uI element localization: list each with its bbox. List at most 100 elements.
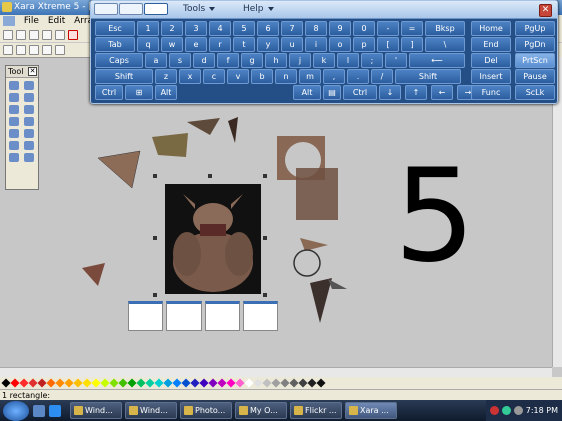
- osk-key[interactable]: PgUp: [515, 21, 555, 36]
- color-swatch[interactable]: [181, 378, 191, 388]
- tray-security-icon[interactable]: [489, 406, 499, 415]
- color-swatch[interactable]: [154, 378, 164, 388]
- clock[interactable]: 7:18 PM: [526, 406, 558, 415]
- osk-key[interactable]: 8: [305, 21, 327, 36]
- color-swatch[interactable]: [100, 378, 110, 388]
- osk-key[interactable]: \: [425, 37, 465, 52]
- osk-key[interactable]: r: [209, 37, 231, 52]
- horizontal-scrollbar[interactable]: [0, 367, 552, 377]
- rotate-icon[interactable]: [42, 45, 52, 55]
- color-swatch[interactable]: [91, 378, 101, 388]
- color-swatch[interactable]: [19, 378, 29, 388]
- osk-key[interactable]: e: [185, 37, 207, 52]
- shadow-tool-icon[interactable]: [23, 129, 34, 138]
- osk-key[interactable]: i: [305, 37, 327, 52]
- color-swatch[interactable]: [289, 378, 299, 388]
- osk-mode-keyboard-icon[interactable]: [144, 3, 168, 15]
- new-icon[interactable]: [3, 30, 13, 40]
- osk-key[interactable]: ⟵: [409, 53, 465, 68]
- tray-volume-icon[interactable]: [513, 406, 523, 415]
- osk-key[interactable]: Alt: [293, 85, 321, 100]
- osk-key[interactable]: a: [145, 53, 167, 68]
- color-swatch[interactable]: [262, 378, 272, 388]
- color-swatch[interactable]: [136, 378, 146, 388]
- bevel-tool-icon[interactable]: [9, 141, 19, 150]
- osk-key[interactable]: p: [353, 37, 375, 52]
- taskbar-button[interactable]: Photo...: [180, 402, 232, 419]
- osk-key[interactable]: Esc: [95, 21, 135, 36]
- osk-key[interactable]: j: [289, 53, 311, 68]
- osk-key[interactable]: 5: [233, 21, 255, 36]
- tray-network-icon[interactable]: [501, 406, 511, 415]
- taskbar-button[interactable]: Flickr ...: [290, 402, 342, 419]
- osk-key[interactable]: PrtScn: [515, 53, 555, 68]
- osk-mode-compact-icon[interactable]: [119, 3, 143, 15]
- color-swatch[interactable]: [271, 378, 281, 388]
- quicklaunch-desktop-icon[interactable]: [33, 404, 45, 417]
- osk-key[interactable]: ←: [431, 85, 453, 100]
- osk-key[interactable]: ▤: [323, 85, 341, 100]
- selector-tool-icon[interactable]: [9, 81, 19, 90]
- color-swatch[interactable]: [1, 378, 11, 388]
- taskbar-button[interactable]: Wind...: [125, 402, 177, 419]
- taskbar-button[interactable]: My O...: [235, 402, 287, 419]
- color-swatch[interactable]: [127, 378, 137, 388]
- osk-key[interactable]: .: [347, 69, 369, 84]
- osk-tools-menu[interactable]: Tools: [183, 4, 216, 14]
- osk-key[interactable]: m: [299, 69, 321, 84]
- blend-tool-icon[interactable]: [9, 153, 19, 162]
- rectangle-tool-icon[interactable]: [9, 105, 19, 114]
- quicklaunch-ie-icon[interactable]: [49, 404, 61, 417]
- grid-icon[interactable]: [55, 45, 65, 55]
- osk-key[interactable]: ↓: [379, 85, 401, 100]
- color-swatch[interactable]: [298, 378, 308, 388]
- color-swatch[interactable]: [316, 378, 326, 388]
- taskbar-button[interactable]: Wind...: [70, 402, 122, 419]
- color-swatch[interactable]: [37, 378, 47, 388]
- osk-key[interactable]: ScLk: [515, 85, 555, 100]
- color-swatch[interactable]: [307, 378, 317, 388]
- osk-key[interactable]: q: [137, 37, 159, 52]
- fill-tool-icon[interactable]: [9, 117, 19, 126]
- osk-key[interactable]: o: [329, 37, 351, 52]
- color-swatch[interactable]: [109, 378, 119, 388]
- thumbnail-3[interactable]: [204, 301, 240, 331]
- osk-key[interactable]: Pause: [515, 69, 555, 84]
- delete-icon[interactable]: [68, 30, 78, 40]
- osk-key[interactable]: 9: [329, 21, 351, 36]
- osk-key[interactable]: Func: [471, 85, 511, 100]
- brush-icon[interactable]: [29, 45, 39, 55]
- osk-key[interactable]: Caps: [95, 53, 143, 68]
- tool-palette-close-button[interactable]: ✕: [28, 67, 37, 76]
- transparency-tool-icon[interactable]: [9, 129, 19, 138]
- osk-key[interactable]: z: [155, 69, 177, 84]
- osk-key[interactable]: l: [337, 53, 359, 68]
- osk-key[interactable]: ,: [323, 69, 345, 84]
- osk-key[interactable]: 3: [185, 21, 207, 36]
- color-swatch[interactable]: [163, 378, 173, 388]
- color-swatch[interactable]: [28, 378, 38, 388]
- start-button[interactable]: [3, 400, 29, 421]
- osk-key[interactable]: [: [377, 37, 399, 52]
- osk-mode-full-icon[interactable]: [94, 3, 118, 15]
- osk-key[interactable]: 0: [353, 21, 375, 36]
- osk-key[interactable]: d: [193, 53, 215, 68]
- thumbnail-1[interactable]: [128, 301, 164, 331]
- osk-key[interactable]: b: [251, 69, 273, 84]
- osk-key[interactable]: g: [241, 53, 263, 68]
- color-swatch[interactable]: [190, 378, 200, 388]
- osk-key[interactable]: x: [179, 69, 201, 84]
- osk-key[interactable]: End: [471, 37, 511, 52]
- osk-key[interactable]: u: [281, 37, 303, 52]
- osk-key[interactable]: PgDn: [515, 37, 555, 52]
- osk-key[interactable]: 1: [137, 21, 159, 36]
- osk-key[interactable]: ]: [401, 37, 423, 52]
- osk-key[interactable]: Alt: [155, 85, 177, 100]
- print-icon[interactable]: [42, 30, 52, 40]
- menu-edit[interactable]: Edit: [48, 16, 65, 26]
- color-swatch[interactable]: [253, 378, 263, 388]
- shape-tool-icon[interactable]: [9, 93, 19, 102]
- osk-key[interactable]: Ctrl: [343, 85, 377, 100]
- osk-key[interactable]: =: [401, 21, 423, 36]
- color-swatch[interactable]: [73, 378, 83, 388]
